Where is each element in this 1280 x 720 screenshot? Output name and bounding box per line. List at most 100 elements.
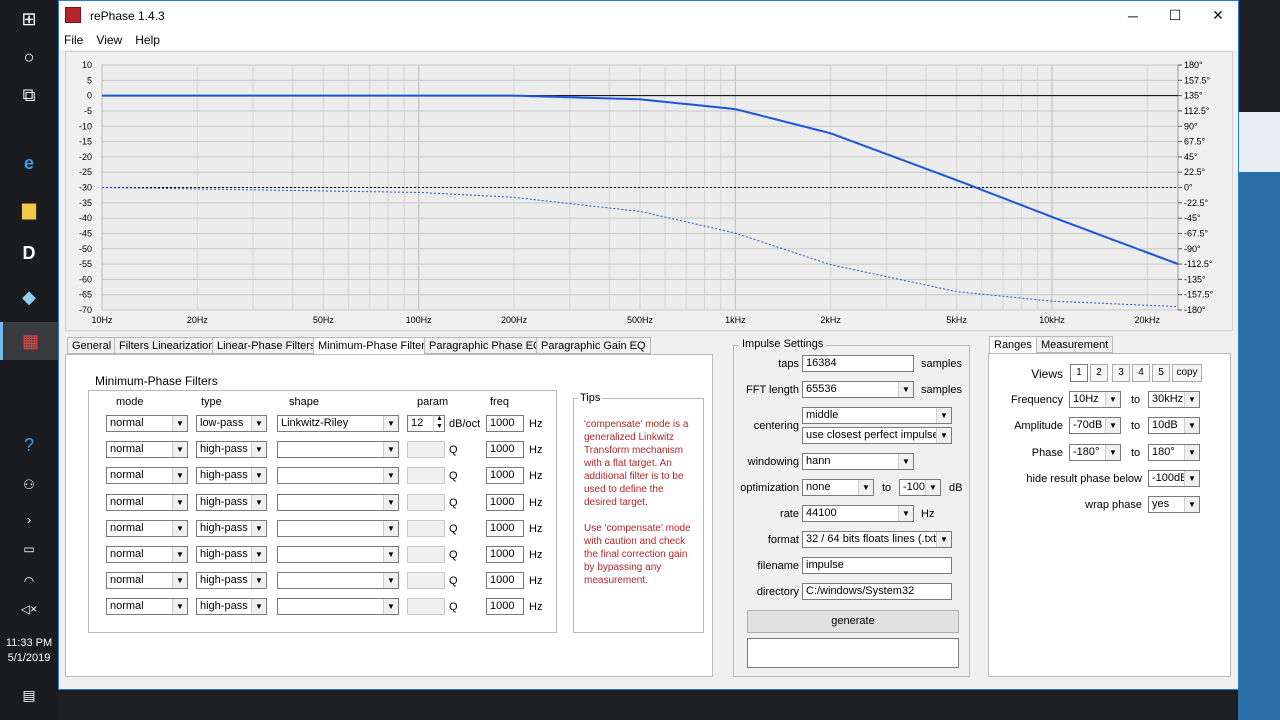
volume-muted-icon[interactable]: ◁× (0, 590, 58, 628)
filter-type-select[interactable]: high-pass (196, 520, 267, 537)
filter-freq-field[interactable]: 1000 (486, 546, 524, 563)
help-icon[interactable]: ? (0, 426, 58, 464)
param-spinner-icon[interactable]: ▲ ▼ (433, 415, 445, 432)
menu-help[interactable]: Help (130, 30, 165, 47)
filter-shape-select[interactable] (277, 441, 399, 458)
notification-icon[interactable]: ▤ (0, 676, 58, 714)
filter-type-select[interactable]: high-pass (196, 572, 267, 589)
filter-freq-field[interactable]: 1000 (486, 572, 524, 589)
filter-type-select[interactable]: high-pass (196, 467, 267, 484)
tab-measurement[interactable]: Measurement (1036, 336, 1114, 353)
filter-param-field[interactable] (407, 494, 445, 511)
hide-phase-select[interactable]: -100dB (1148, 470, 1200, 487)
filter-mode-select[interactable]: normal (106, 572, 188, 589)
filter-type-select[interactable]: low-pass (196, 415, 267, 432)
filter-freq-field[interactable]: 1000 (486, 441, 524, 458)
filter-mode-select[interactable]: normal (106, 546, 188, 563)
menu-file[interactable]: File (59, 30, 88, 47)
filter-mode-select[interactable]: normal (106, 494, 188, 511)
filter-type-select[interactable]: high-pass (196, 598, 267, 615)
filter-type-select[interactable]: high-pass (196, 441, 267, 458)
frequency-from-select[interactable]: 10Hz (1069, 391, 1121, 408)
optimization-select[interactable]: none (802, 479, 874, 496)
filename-field[interactable]: impulse (802, 557, 952, 574)
rate-select[interactable]: 44100 (802, 505, 914, 522)
graph-svg[interactable]: 10 5 0 -5 -10 -15 -20 -25 -30 -35 -40 -45 -50 -55 -60 -… (66, 52, 1232, 330)
rephase-taskbar-icon[interactable]: ▦ (0, 322, 58, 360)
windowing-select[interactable]: hann (802, 453, 914, 470)
frequency-to-select[interactable]: 30kHz (1148, 391, 1200, 408)
filter-shape-select[interactable] (277, 520, 399, 537)
clock[interactable]: 11:33 PM 5/1/2019 (0, 636, 58, 666)
file-explorer-icon[interactable]: ▆ (0, 190, 58, 228)
filter-param-field[interactable] (407, 441, 445, 458)
tab-general[interactable]: General (67, 337, 117, 354)
fft-length-select[interactable]: 65536 (802, 381, 914, 398)
search-circle-icon[interactable]: ○ (0, 38, 58, 76)
filter-shape-select[interactable]: Linkwitz-Riley (277, 415, 399, 432)
filter-freq-field[interactable]: 1000 (486, 415, 524, 432)
tab-ranges[interactable]: Ranges (989, 336, 1037, 354)
wrap-phase-select[interactable]: yes (1148, 496, 1200, 513)
filter-freq-field[interactable]: 1000 (486, 598, 524, 615)
filter-param-field[interactable] (407, 467, 445, 484)
view-5-button[interactable]: 5 (1152, 364, 1170, 382)
generate-button[interactable]: generate (747, 610, 959, 633)
app-blue-icon[interactable]: ◆ (0, 278, 58, 316)
maximize-button[interactable]: ☐ (1152, 1, 1198, 30)
minimize-button[interactable]: ─ (1110, 1, 1156, 30)
edge-browser-icon[interactable]: e (0, 144, 58, 182)
tab-filters-linearization[interactable]: Filters Linearization (114, 337, 220, 354)
filter-mode-select[interactable]: normal (106, 467, 188, 484)
filter-param-field[interactable] (407, 520, 445, 537)
amplitude-to-select[interactable]: 10dB (1148, 417, 1200, 434)
view-1-button[interactable]: 1 (1070, 364, 1088, 382)
directory-field[interactable]: C:/windows/System32 (802, 583, 952, 600)
filter-shape-select[interactable] (277, 598, 399, 615)
y-right-tick-label: 67.5° (1184, 137, 1206, 147)
view-4-button[interactable]: 4 (1132, 364, 1150, 382)
tab-linear-phase-filters[interactable]: Linear-Phase Filters (212, 337, 321, 354)
copy-view-button[interactable]: copy (1172, 364, 1202, 382)
windows-start-icon[interactable]: ⊞ (0, 0, 58, 38)
app-d-icon[interactable]: D (0, 234, 58, 272)
response-graph[interactable]: 10 5 0 -5 -10 -15 -20 -25 -30 -35 -40 -45 -50 -55 -60 -… (65, 51, 1233, 331)
task-view-icon[interactable]: ⧉ (0, 76, 58, 114)
optimization-level-select[interactable]: -100 (899, 479, 941, 496)
amplitude-from-select[interactable]: -70dB (1069, 417, 1121, 434)
filter-shape-select[interactable] (277, 572, 399, 589)
filter-param-field[interactable] (407, 546, 445, 563)
centering-select[interactable]: middle (802, 407, 952, 424)
taps-field[interactable]: 16384 (802, 355, 914, 372)
filter-param-field[interactable] (407, 572, 445, 589)
view-3-button[interactable]: 3 (1112, 364, 1130, 382)
phase-from-select[interactable]: -180° (1069, 444, 1121, 461)
tab-minimum-phase-filters[interactable]: Minimum-Phase Filters (313, 337, 436, 355)
centering-mode-select[interactable]: use closest perfect impulse (802, 427, 952, 444)
tab-paragraphic-phase-eq[interactable]: Paragraphic Phase EQ (424, 337, 547, 354)
menu-view[interactable]: View (91, 30, 127, 47)
filter-shape-select[interactable] (277, 546, 399, 563)
x-tick-label: 2kHz (820, 315, 841, 325)
tips-text: 'compensate' mode is a generalized Linkw… (584, 418, 697, 587)
filter-shape-select[interactable] (277, 494, 399, 511)
view-2-button[interactable]: 2 (1090, 364, 1108, 382)
filter-freq-field[interactable]: 1000 (486, 520, 524, 537)
filter-freq-field[interactable]: 1000 (486, 467, 524, 484)
tab-paragraphic-gain-eq[interactable]: Paragraphic Gain EQ (536, 337, 651, 354)
header-shape: shape (289, 396, 319, 408)
filter-shape-select[interactable] (277, 467, 399, 484)
filter-type-select[interactable]: high-pass (196, 546, 267, 563)
filter-mode-select[interactable]: normal (106, 415, 188, 432)
close-button[interactable]: ✕ (1195, 1, 1241, 30)
phase-to-select[interactable]: 180° (1148, 444, 1200, 461)
format-select[interactable]: 32 / 64 bits floats lines (.txt) (802, 531, 952, 548)
filter-mode-select[interactable]: normal (106, 520, 188, 537)
people-icon[interactable]: ⚇ (0, 466, 58, 504)
filter-param-field[interactable] (407, 598, 445, 615)
filter-mode-select[interactable]: normal (106, 598, 188, 615)
filter-type-select[interactable]: high-pass (196, 494, 267, 511)
filter-mode-select[interactable]: normal (106, 441, 188, 458)
window-title: rePhase 1.4.3 (90, 9, 165, 23)
filter-freq-field[interactable]: 1000 (486, 494, 524, 511)
